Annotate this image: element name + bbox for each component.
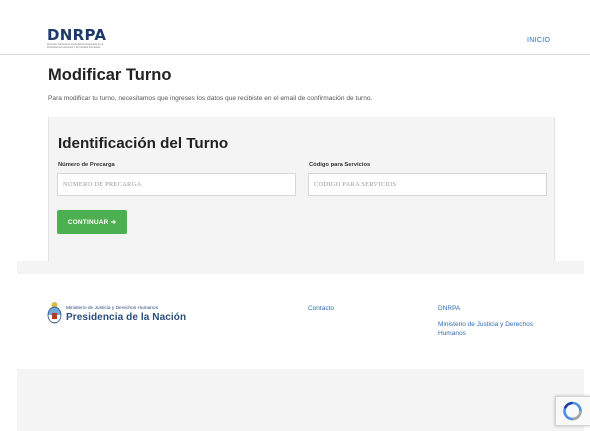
codigo-label: Código para Servicios — [309, 162, 371, 168]
continuar-label: CONTINUAR — [67, 219, 109, 226]
page-description: Para modificar tu turno, necesitamos que… — [48, 95, 373, 102]
arrow-right-icon: ➜ — [110, 219, 117, 226]
continuar-button[interactable]: CONTINUAR ➜ — [57, 210, 127, 234]
logo-subtitle: Dirección Nacional de los Registros Naci… — [47, 43, 104, 49]
turno-form-card: Identificación del Turno Número de Preca… — [48, 117, 555, 261]
footer-contacto-link[interactable]: Contacto — [308, 305, 334, 312]
site-header: DNRPA Dirección Nacional de los Registro… — [0, 0, 590, 55]
escudo-icon — [47, 302, 62, 324]
codigo-input[interactable] — [308, 173, 547, 196]
recaptcha-icon — [563, 401, 582, 421]
footer-ministerio-link[interactable]: Ministerio de Justicia y Derechos Humano… — [438, 320, 558, 338]
footer-dnrpa-link[interactable]: DNRPA — [438, 305, 460, 312]
footer-bottom-band — [17, 369, 584, 431]
content-bottom-band — [17, 261, 584, 274]
precarga-input[interactable] — [57, 173, 296, 196]
precarga-label: Número de Precarga — [58, 162, 115, 168]
recaptcha-badge[interactable] — [555, 396, 590, 426]
footer-ministerio-small: Ministerio de Justicia y Derechos Humano… — [66, 306, 158, 311]
footer-presidencia: Presidencia de la Nación — [66, 312, 187, 323]
dnrpa-logo[interactable]: DNRPA Dirección Nacional de los Registro… — [47, 27, 109, 49]
page-title: Modificar Turno — [48, 66, 172, 84]
form-title: Identificación del Turno — [58, 135, 229, 152]
logo-title: DNRPA — [47, 26, 107, 44]
nav-inicio-link[interactable]: INICIO — [527, 37, 550, 44]
